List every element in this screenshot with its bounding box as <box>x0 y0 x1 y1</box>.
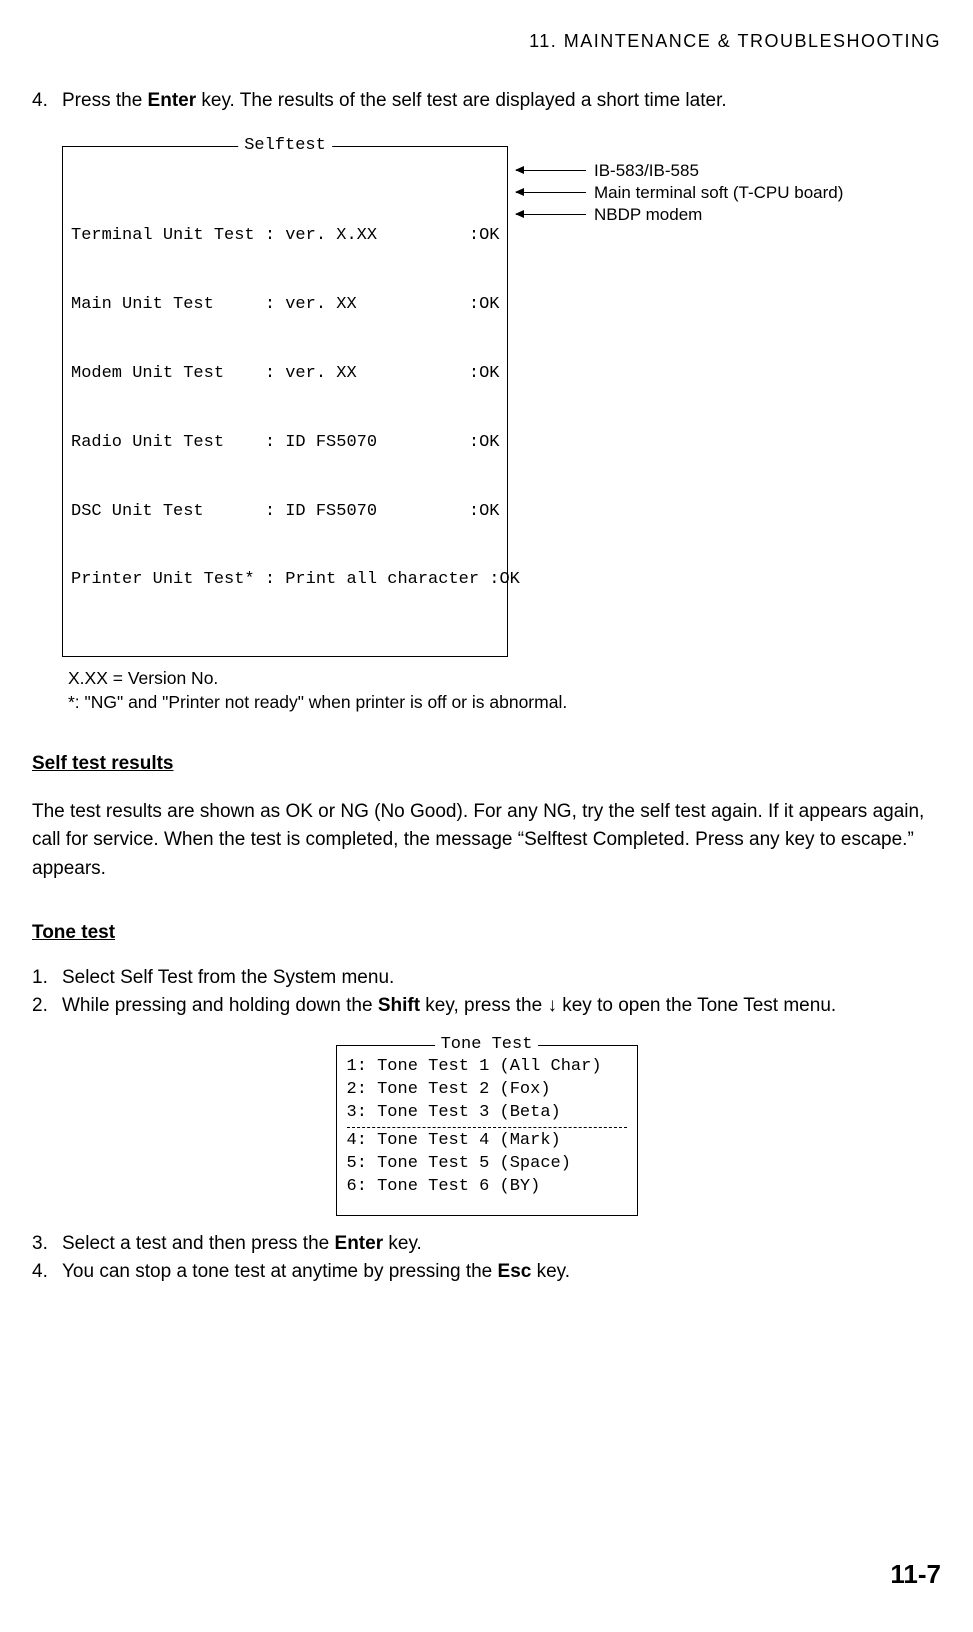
callout-text: Main terminal soft (T-CPU board) <box>594 181 843 204</box>
callout-row: Main terminal soft (T-CPU board) <box>508 181 843 204</box>
arrow-icon <box>516 192 586 193</box>
tone-test-figure: Tone Test 1: Tone Test 1 (All Char) 2: T… <box>32 1033 941 1216</box>
page-number: 11-7 <box>890 1555 941 1594</box>
step-text: While pressing and holding down the Shif… <box>62 992 941 1021</box>
callouts: IB-583/IB-585 Main terminal soft (T-CPU … <box>508 134 843 225</box>
step-text: You can stop a tone test at anytime by p… <box>62 1258 941 1287</box>
step-number: 4. <box>32 87 62 116</box>
screen-line: Modem Unit Test : ver. XX :OK <box>71 363 501 386</box>
callout-text: NBDP modem <box>594 203 702 226</box>
step-number: 3. <box>32 1230 62 1259</box>
paragraph: The test results are shown as OK or NG (… <box>32 798 941 884</box>
tone-step-1: 1. Select Self Test from the System menu… <box>32 964 941 993</box>
subheading-self-test-results: Self test results <box>32 750 941 779</box>
text-segment: Press the <box>62 90 148 111</box>
menu-item: 5: Tone Test 5 (Space) <box>347 1153 627 1176</box>
callout-text: IB-583/IB-585 <box>594 159 699 182</box>
text-segment: Select a test and then press the <box>62 1233 335 1254</box>
tone-step-4: 4. You can stop a tone test at anytime b… <box>32 1258 941 1287</box>
step-number: 4. <box>32 1258 62 1287</box>
box-title: Selftest <box>238 135 332 158</box>
tone-test-box: Tone Test 1: Tone Test 1 (All Char) 2: T… <box>336 1045 638 1216</box>
arrow-icon <box>516 170 586 171</box>
text-segment: key. <box>531 1261 570 1282</box>
tone-step-3: 3. Select a test and then press the Ente… <box>32 1230 941 1259</box>
subheading-tone-test: Tone test <box>32 919 941 948</box>
text-segment: key, press the ↓ key to open the Tone Te… <box>420 995 836 1016</box>
step-4: 4. Press the Enter key. The results of t… <box>32 87 941 116</box>
step-number: 2. <box>32 992 62 1021</box>
step-text: Select Self Test from the System menu. <box>62 964 941 993</box>
screen-line: Printer Unit Test* : Print all character… <box>71 569 501 592</box>
screen-line: Terminal Unit Test : ver. X.XX :OK <box>71 225 501 248</box>
arrow-icon <box>516 214 586 215</box>
text-segment: While pressing and holding down the <box>62 995 378 1016</box>
step-text: Select a test and then press the Enter k… <box>62 1230 941 1259</box>
key-name: Esc <box>498 1261 532 1282</box>
key-name: Shift <box>378 995 420 1016</box>
menu-item: 6: Tone Test 6 (BY) <box>347 1176 627 1199</box>
screen-line: Main Unit Test : ver. XX :OK <box>71 294 501 317</box>
screen-line: Radio Unit Test : ID FS5070 :OK <box>71 432 501 455</box>
menu-item: 3: Tone Test 3 (Beta) <box>347 1102 627 1125</box>
callout-row: NBDP modem <box>508 203 843 226</box>
text-segment: key. The results of the self test are di… <box>196 90 727 111</box>
key-name: Enter <box>335 1233 384 1254</box>
menu-item: 1: Tone Test 1 (All Char) <box>347 1056 627 1079</box>
step-number: 1. <box>32 964 62 993</box>
step-text: Press the Enter key. The results of the … <box>62 87 941 116</box>
figure-notes: X.XX = Version No. *: "NG" and "Printer … <box>68 667 941 714</box>
menu-item: 2: Tone Test 2 (Fox) <box>347 1079 627 1102</box>
selftest-figure: Selftest Terminal Unit Test : ver. X.XX … <box>62 134 941 658</box>
callout-row: IB-583/IB-585 <box>508 159 843 182</box>
box-title: Tone Test <box>435 1034 539 1057</box>
divider <box>347 1127 627 1128</box>
key-name: Enter <box>148 90 197 111</box>
tone-step-2: 2. While pressing and holding down the S… <box>32 992 941 1021</box>
text-segment: key. <box>383 1233 422 1254</box>
note-line: *: "NG" and "Printer not ready" when pri… <box>68 691 941 715</box>
text-segment: You can stop a tone test at anytime by p… <box>62 1261 498 1282</box>
page-header: 11. MAINTENANCE & TROUBLESHOOTING <box>32 28 941 55</box>
screen-line: DSC Unit Test : ID FS5070 :OK <box>71 501 501 524</box>
selftest-box: Selftest Terminal Unit Test : ver. X.XX … <box>62 146 508 658</box>
menu-item: 4: Tone Test 4 (Mark) <box>347 1130 627 1153</box>
note-line: X.XX = Version No. <box>68 667 941 691</box>
